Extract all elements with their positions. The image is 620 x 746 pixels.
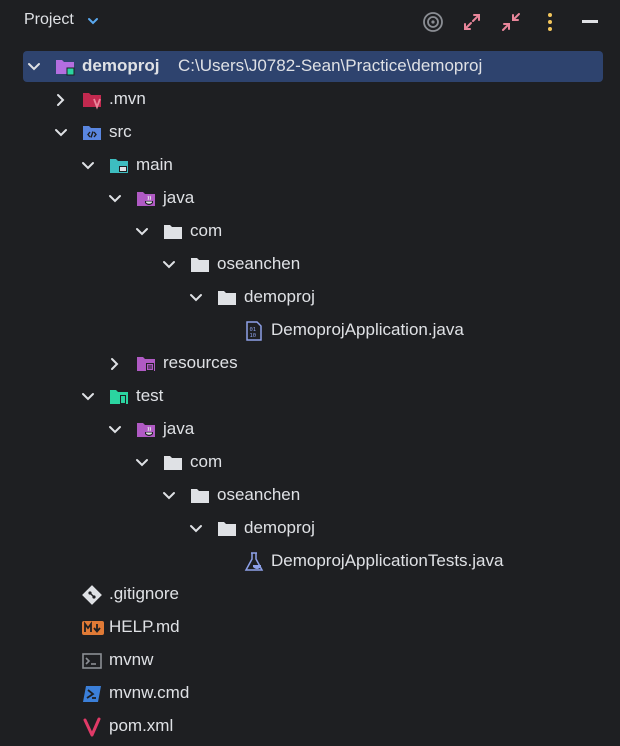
tree-item-label: resources — [163, 353, 238, 372]
tree-item-label: java — [163, 188, 195, 207]
project-panel-header: Project — [0, 0, 620, 44]
tree-row-demoproj-root[interactable]: demoproj C:\Users\J0782-Sean\Practice\de… — [0, 50, 620, 83]
tree-item-label: src — [109, 122, 132, 141]
tree-row-demoproj-application[interactable]: 01 10 DemoprojApplication.java — [0, 314, 620, 347]
tree-item-label: pom.xml — [109, 716, 174, 735]
tree-item-label: demoproj — [82, 56, 160, 75]
maven-pom-icon — [82, 717, 102, 737]
tree-row-help-md[interactable]: HELP.md — [0, 611, 620, 644]
tree-item-label: java — [163, 419, 195, 438]
svg-text:10: 10 — [250, 333, 257, 339]
tree-row-java[interactable]: java — [0, 182, 620, 215]
chevron-right-icon[interactable] — [53, 92, 69, 108]
maven-folder-icon — [82, 90, 102, 110]
tree-row-gitignore[interactable]: .gitignore — [0, 578, 620, 611]
folder-icon — [217, 519, 237, 539]
resources-folder-icon — [136, 354, 156, 374]
folder-icon — [163, 222, 183, 242]
chevron-down-icon[interactable] — [86, 14, 100, 33]
markdown-icon — [82, 618, 104, 638]
java-source-folder-icon — [136, 189, 156, 209]
minimize-icon[interactable] — [578, 10, 602, 34]
module-folder-icon — [55, 57, 75, 77]
panel-title[interactable]: Project — [24, 11, 74, 29]
tree-item-label: DemoprojApplication.java — [271, 320, 464, 339]
powershell-icon — [82, 684, 102, 704]
chevron-down-icon[interactable] — [134, 224, 150, 240]
gitignore-icon — [82, 585, 102, 605]
tree-item-label: .mvn — [109, 89, 146, 108]
tree-row-com[interactable]: com — [0, 215, 620, 248]
chevron-down-icon[interactable] — [80, 158, 96, 174]
tree-row-oseanchen[interactable]: oseanchen — [0, 248, 620, 281]
project-path: C:\Users\J0782-Sean\Practice\demoproj — [178, 56, 483, 75]
tree-row-test[interactable]: test — [0, 380, 620, 413]
tree-item-label: oseanchen — [217, 254, 301, 273]
tree-row-test-com[interactable]: com — [0, 446, 620, 479]
tree-row-resources[interactable]: resources — [0, 347, 620, 380]
java-test-file-icon — [244, 552, 264, 572]
tree-item-label: com — [190, 221, 223, 240]
chevron-down-icon[interactable] — [80, 389, 96, 405]
tree-row-pom-xml[interactable]: pom.xml — [0, 710, 620, 743]
tree-row-test-java[interactable]: java — [0, 413, 620, 446]
expand-icon[interactable] — [460, 10, 484, 34]
folder-icon — [217, 288, 237, 308]
tree-row-test-demoproj[interactable]: demoproj — [0, 512, 620, 545]
tree-row-demoproj-application-tests[interactable]: DemoprojApplicationTests.java — [0, 545, 620, 578]
chevron-right-icon[interactable] — [107, 356, 123, 372]
tree-item-label: demoproj — [244, 287, 315, 306]
chevron-down-icon[interactable] — [53, 125, 69, 141]
shell-script-icon — [82, 651, 102, 671]
folder-icon — [190, 255, 210, 275]
collapse-icon[interactable] — [499, 10, 523, 34]
chevron-down-icon[interactable] — [107, 191, 123, 207]
tree-item-label: mvnw — [109, 650, 154, 669]
chevron-down-icon[interactable] — [134, 455, 150, 471]
tree-item-label: DemoprojApplicationTests.java — [271, 551, 504, 570]
tree-row-mvnw-cmd[interactable]: mvnw.cmd — [0, 677, 620, 710]
test-folder-icon — [109, 387, 129, 407]
folder-icon — [190, 486, 210, 506]
tree-row-demoproj-package[interactable]: demoproj — [0, 281, 620, 314]
java-class-file-icon: 01 10 — [244, 321, 264, 341]
tree-item-label: .gitignore — [109, 584, 179, 603]
chevron-down-icon[interactable] — [26, 59, 42, 75]
tree-item-label: mvnw.cmd — [109, 683, 190, 702]
tree-row-main[interactable]: main — [0, 149, 620, 182]
tree-row-test-oseanchen[interactable]: oseanchen — [0, 479, 620, 512]
chevron-down-icon[interactable] — [107, 422, 123, 438]
chevron-down-icon[interactable] — [188, 521, 204, 537]
tree-item-label: com — [190, 452, 223, 471]
target-icon[interactable] — [421, 10, 445, 34]
folder-icon — [163, 453, 183, 473]
tree-item-label: main — [136, 155, 173, 174]
more-options-icon[interactable] — [538, 10, 562, 34]
tree-row-mvn[interactable]: .mvn — [0, 83, 620, 116]
tree-item-label: oseanchen — [217, 485, 301, 504]
main-folder-icon — [109, 156, 129, 176]
chevron-down-icon[interactable] — [161, 488, 177, 504]
java-test-folder-icon — [136, 420, 156, 440]
tree-item-label: demoproj — [244, 518, 315, 537]
tree-item-label: test — [136, 386, 164, 405]
source-folder-icon — [82, 123, 102, 143]
tree-row-src[interactable]: src — [0, 116, 620, 149]
tree-item-label: HELP.md — [109, 617, 180, 636]
chevron-down-icon[interactable] — [161, 257, 177, 273]
chevron-down-icon[interactable] — [188, 290, 204, 306]
tree-row-mvnw[interactable]: mvnw — [0, 644, 620, 677]
